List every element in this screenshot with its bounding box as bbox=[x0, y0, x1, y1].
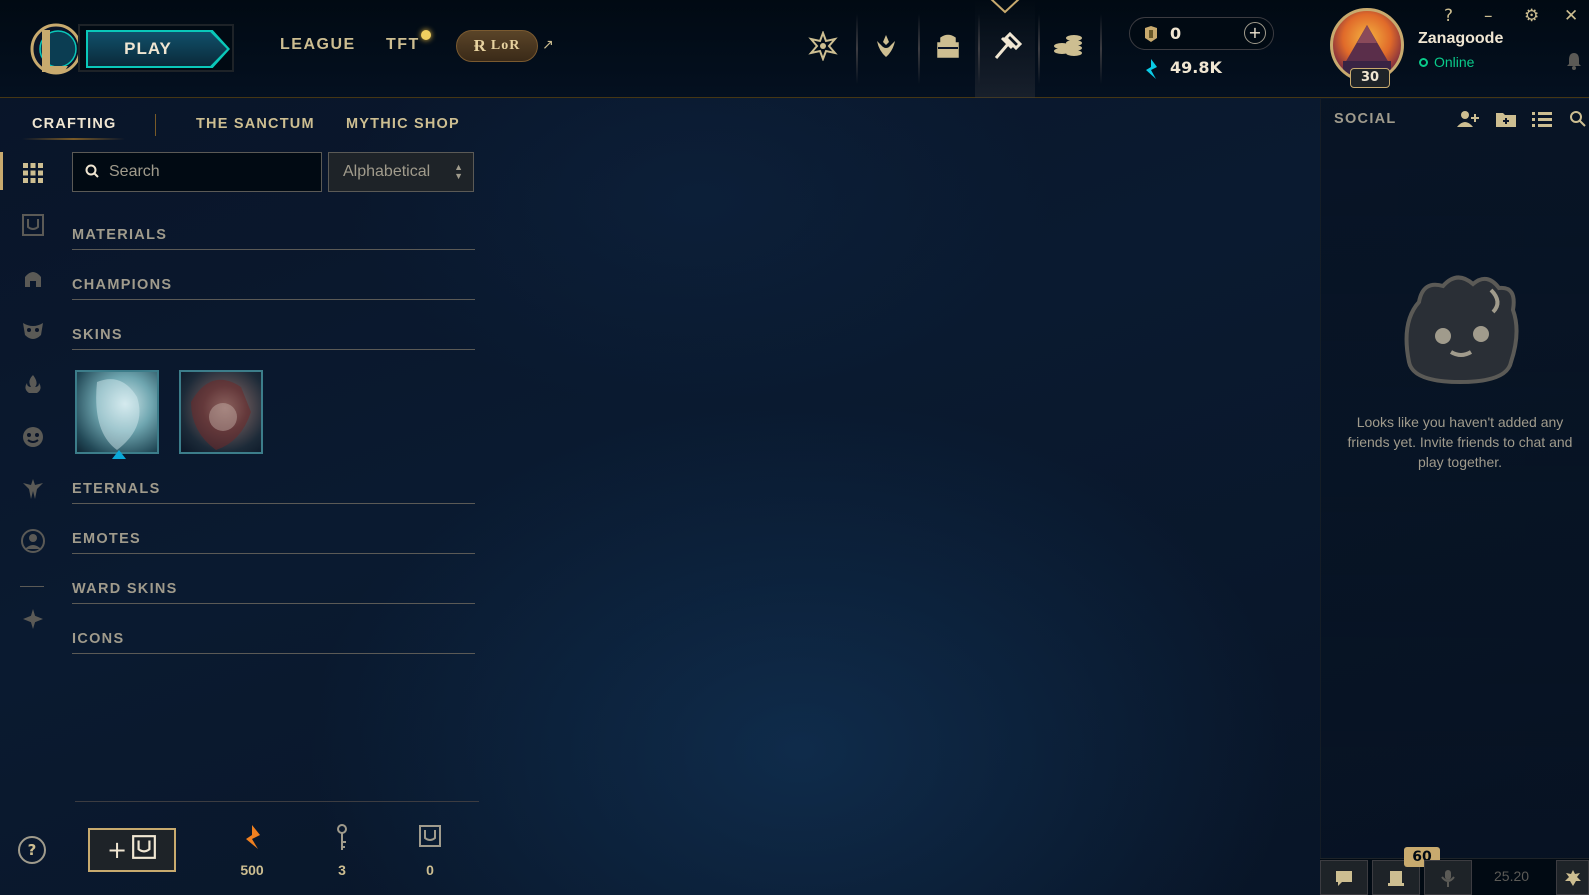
lor-r-icon: Ɍ bbox=[473, 36, 487, 55]
category-label: WARD SKINS bbox=[72, 581, 178, 597]
tab-the-sanctum[interactable]: THE SANCTUM bbox=[196, 116, 315, 132]
category-label: ICONS bbox=[72, 631, 125, 647]
rail-divider bbox=[20, 586, 44, 587]
list-view-icon[interactable] bbox=[1530, 108, 1554, 130]
close-icon[interactable]: ✕ bbox=[1564, 6, 1578, 26]
divider bbox=[856, 14, 858, 84]
rp-value: 0 bbox=[1170, 24, 1182, 43]
category-ward-skins[interactable]: WARD SKINS bbox=[72, 581, 475, 604]
lor-button[interactable]: Ɍ LoR bbox=[456, 30, 538, 62]
category-emotes[interactable]: EMOTES bbox=[72, 531, 475, 554]
level-badge: 30 bbox=[1350, 68, 1390, 88]
league-logo[interactable] bbox=[28, 22, 84, 76]
play-label: PLAY bbox=[124, 39, 172, 58]
add-chest-button[interactable]: + bbox=[88, 828, 176, 872]
settings-icon[interactable]: ⚙ bbox=[1524, 6, 1539, 26]
fire-icon[interactable] bbox=[20, 372, 46, 398]
help-icon[interactable]: ? bbox=[1444, 6, 1453, 26]
social-panel bbox=[1320, 99, 1589, 895]
category-label: SKINS bbox=[72, 327, 123, 343]
social-search-icon[interactable] bbox=[1566, 108, 1589, 130]
store-icon[interactable] bbox=[1050, 28, 1086, 64]
status-label: Online bbox=[1434, 54, 1475, 70]
rp-icon bbox=[1141, 24, 1161, 48]
tft-notification-dot bbox=[421, 30, 431, 40]
category-champions[interactable]: CHAMPIONS bbox=[72, 277, 475, 300]
search-icon bbox=[85, 163, 99, 182]
category-materials[interactable]: MATERIALS bbox=[72, 227, 475, 250]
divider bbox=[1038, 14, 1040, 84]
new-item-indicator-icon bbox=[112, 450, 126, 459]
sort-arrows-icon: ▲ ▼ bbox=[454, 162, 463, 181]
plus-icon: + bbox=[106, 836, 128, 864]
ward-icon[interactable] bbox=[20, 606, 46, 632]
crafting-help-button[interactable]: ? bbox=[18, 836, 46, 864]
tab-mythic-shop[interactable]: MYTHIC SHOP bbox=[346, 116, 460, 132]
client-version: 25.20 bbox=[1494, 868, 1530, 884]
all-items-icon[interactable] bbox=[20, 160, 46, 186]
nav-league[interactable]: LEAGUE bbox=[280, 36, 356, 54]
chat-button[interactable] bbox=[1320, 860, 1368, 895]
notifications-bell-icon[interactable] bbox=[1566, 52, 1582, 74]
buy-rp-button[interactable]: + bbox=[1244, 22, 1266, 44]
status-indicator[interactable]: Online bbox=[1419, 54, 1474, 70]
tft-icon[interactable] bbox=[20, 476, 46, 502]
blue-essence-value: 49.8K bbox=[1170, 58, 1222, 77]
blue-essence-icon bbox=[1142, 58, 1160, 84]
sort-dropdown[interactable]: Alphabetical ▲ ▼ bbox=[328, 152, 474, 192]
champion-icon[interactable] bbox=[20, 266, 46, 292]
sort-selected: Alphabetical bbox=[343, 163, 431, 180]
play-button[interactable]: PLAY bbox=[78, 24, 234, 72]
active-tab-underline bbox=[22, 138, 125, 140]
empty-friends-message: Looks like you haven't added any friends… bbox=[1347, 414, 1573, 470]
external-link-icon: ↗ bbox=[542, 37, 554, 53]
skin-shard-tile[interactable] bbox=[75, 370, 159, 454]
emote-icon[interactable] bbox=[20, 424, 46, 450]
rail-active-indicator bbox=[0, 152, 3, 190]
category-label: MATERIALS bbox=[72, 227, 168, 243]
tab-crafting[interactable]: CRAFTING bbox=[32, 116, 117, 132]
orange-essence-icon bbox=[232, 824, 272, 854]
bug-report-button[interactable] bbox=[1556, 860, 1589, 895]
category-skins[interactable]: SKINS bbox=[72, 327, 475, 350]
crafting-icon[interactable] bbox=[990, 28, 1026, 64]
skin-shard-tile[interactable] bbox=[179, 370, 263, 454]
nav-tft[interactable]: TFT bbox=[386, 36, 420, 54]
chest-value: 0 bbox=[426, 862, 434, 878]
category-label: EMOTES bbox=[72, 531, 142, 547]
chest-icon[interactable] bbox=[20, 212, 46, 238]
category-eternals[interactable]: ETERNALS bbox=[72, 481, 475, 504]
divider bbox=[1100, 14, 1102, 84]
orange-essence-value: 500 bbox=[240, 862, 264, 878]
chest-icon bbox=[131, 834, 157, 866]
divider bbox=[918, 14, 920, 84]
divider bbox=[155, 114, 156, 136]
category-icons[interactable]: ICONS bbox=[72, 631, 475, 654]
key-value: 3 bbox=[338, 862, 346, 878]
collection-icon[interactable] bbox=[868, 28, 904, 64]
chest-count-icon bbox=[410, 824, 450, 852]
profile-icon[interactable] bbox=[20, 528, 46, 554]
active-chevron-icon bbox=[988, 0, 1022, 14]
divider bbox=[75, 801, 479, 802]
search-input[interactable] bbox=[109, 163, 299, 181]
poro-icon bbox=[1395, 262, 1525, 392]
minimize-icon[interactable]: – bbox=[1484, 6, 1493, 26]
microphone-button[interactable] bbox=[1424, 860, 1472, 895]
add-folder-icon[interactable] bbox=[1494, 108, 1518, 130]
category-label: CHAMPIONS bbox=[72, 277, 173, 293]
social-title: SOCIAL bbox=[1334, 111, 1397, 127]
search-field[interactable] bbox=[72, 152, 322, 192]
add-friend-icon[interactable] bbox=[1456, 108, 1480, 130]
lor-label: LoR bbox=[490, 38, 521, 53]
loot-icon[interactable] bbox=[930, 28, 966, 64]
category-label: ETERNALS bbox=[72, 481, 161, 497]
skin-icon[interactable] bbox=[20, 318, 46, 344]
online-dot-icon bbox=[1419, 57, 1428, 67]
key-icon bbox=[322, 824, 362, 856]
username[interactable]: Zanagoode bbox=[1418, 30, 1503, 48]
home-icon[interactable] bbox=[805, 28, 841, 64]
